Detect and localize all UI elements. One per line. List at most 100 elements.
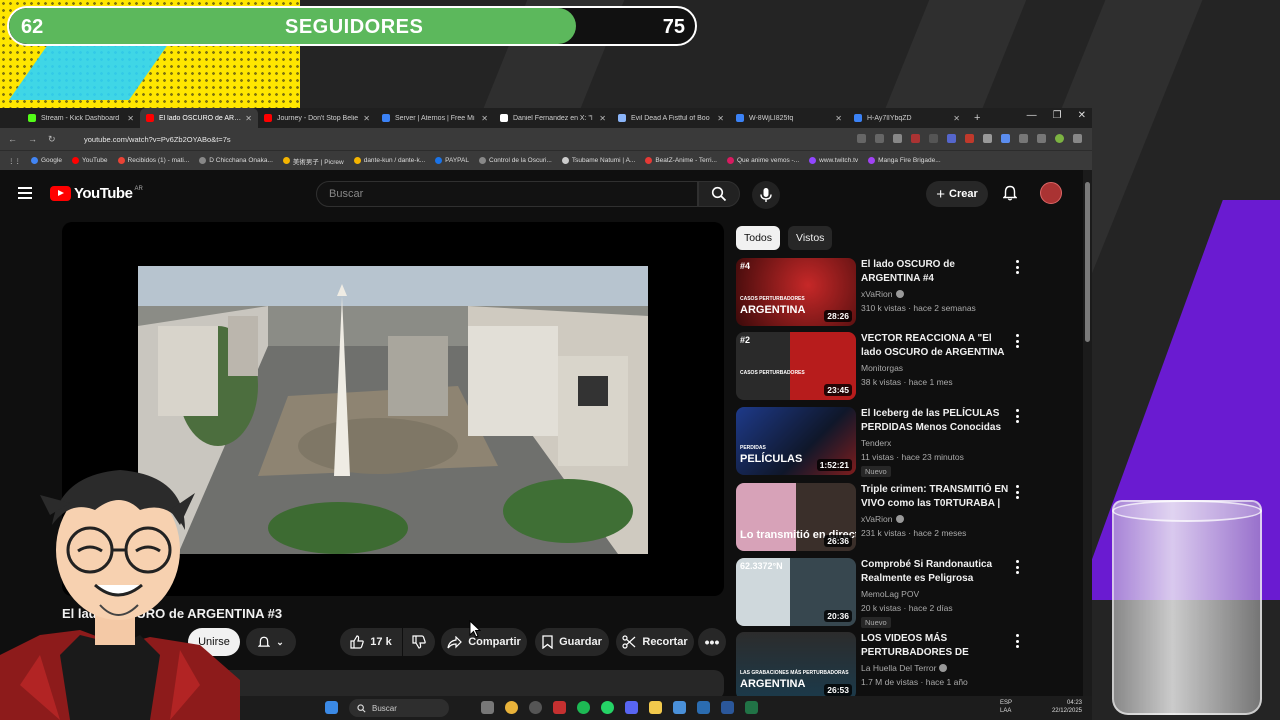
video-title[interactable]: Triple crimen: TRANSMITIÓ EN VIVO como l…: [861, 483, 1011, 511]
close-tab-icon[interactable]: ✕: [717, 114, 724, 123]
task-view-icon[interactable]: [481, 701, 494, 714]
channel-name-row[interactable]: xVaRion: [861, 514, 904, 524]
subscription-bell-button[interactable]: ⌄: [246, 628, 296, 656]
video-thumbnail[interactable]: Lo transmitió en directo 26:36: [736, 483, 856, 551]
voice-search-button[interactable]: [752, 181, 780, 209]
app-icon-3[interactable]: [553, 701, 566, 714]
minimize-icon[interactable]: —: [1027, 110, 1037, 121]
recommended-video[interactable]: #4 CASOS PERTURBADORES ARGENTINA 28:26 El la…: [736, 258, 1076, 328]
clip-button[interactable]: Recortar: [616, 628, 694, 656]
browser-menu-icon[interactable]: [1073, 134, 1082, 143]
create-button[interactable]: + Crear: [926, 181, 988, 207]
recommended-video[interactable]: LAS GRABACIONES MÁS PERTURBADORAS ARGENTI…: [736, 632, 1076, 696]
extension-blue-icon[interactable]: [947, 134, 956, 143]
bookmark-item[interactable]: D Chicchana Onaka...: [199, 156, 273, 166]
browser-tab[interactable]: Journey - Don't Stop Belie ✕: [258, 108, 376, 128]
menu-icon[interactable]: [18, 187, 32, 199]
channel-name-row[interactable]: Tenderx: [861, 438, 891, 448]
more-actions-button[interactable]: •••: [698, 628, 726, 656]
save-button[interactable]: Guardar: [535, 628, 609, 656]
channel-name-row[interactable]: La Huella Del Terror: [861, 663, 948, 673]
bookmark-item[interactable]: Manga Fire Brigade...: [868, 156, 941, 166]
word-icon[interactable]: [721, 701, 734, 714]
extension-red-icon[interactable]: [911, 134, 920, 143]
video-title[interactable]: El Iceberg de las PELÍCULAS PERDIDAS Men…: [861, 407, 1011, 435]
app-icon-6[interactable]: [625, 701, 638, 714]
browser-tab[interactable]: Evil Dead A Fistful of Boo ✕: [612, 108, 730, 128]
account-avatar[interactable]: [1040, 182, 1062, 204]
more-options-icon[interactable]: [1014, 409, 1020, 423]
close-tab-icon[interactable]: ✕: [481, 114, 488, 123]
video-thumbnail[interactable]: LAS GRABACIONES MÁS PERTURBADORAS ARGENTI…: [736, 632, 856, 696]
video-thumbnail[interactable]: #2 CASOS PERTURBADORES 23:45: [736, 332, 856, 400]
close-tab-icon[interactable]: ✕: [363, 114, 370, 123]
share-button[interactable]: Compartir: [441, 628, 527, 656]
video-title[interactable]: El lado OSCURO de ARGENTINA #4: [861, 258, 1011, 286]
video-thumbnail[interactable]: PERDIDAS PELÍCULAS 1:52:21: [736, 407, 856, 475]
notifications-button[interactable]: [1000, 183, 1020, 203]
extension-audio-icon[interactable]: [1001, 134, 1010, 143]
video-player[interactable]: [62, 222, 724, 596]
browser-tab[interactable]: Daniel Fernandez en X: "l ✕: [494, 108, 612, 128]
close-tab-icon[interactable]: ✕: [599, 114, 606, 123]
bookmark-item[interactable]: PAYPAL: [435, 156, 469, 166]
bookmark-item[interactable]: Google: [31, 156, 62, 166]
extension-gray-icon[interactable]: [983, 134, 992, 143]
video-title[interactable]: Comprobé Si Randonautica Realmente es Pe…: [861, 558, 1011, 586]
more-options-icon[interactable]: [1014, 560, 1020, 574]
input-language[interactable]: ESP LAA: [1000, 699, 1012, 715]
recommended-video[interactable]: Lo transmitió en directo 26:36 Triple crim…: [736, 483, 1076, 553]
video-frame[interactable]: [138, 266, 648, 554]
chip-vistos[interactable]: Vistos: [788, 226, 833, 250]
zoom-icon[interactable]: [857, 134, 866, 143]
bookmark-star-icon[interactable]: [893, 134, 902, 143]
profile-icon[interactable]: [1055, 134, 1064, 143]
back-icon[interactable]: ←: [8, 134, 28, 144]
search-input[interactable]: Buscar: [316, 181, 698, 207]
close-tab-icon[interactable]: ✕: [953, 114, 960, 123]
bookmark-item[interactable]: YouTube: [71, 156, 108, 166]
visual-studio-icon[interactable]: [697, 701, 710, 714]
like-button[interactable]: 17 k: [340, 628, 402, 656]
close-tab-icon[interactable]: ✕: [245, 114, 252, 123]
page-scrollbar-thumb[interactable]: [1085, 182, 1090, 342]
maximize-icon[interactable]: ❐: [1053, 110, 1062, 121]
apps-icon[interactable]: ⋮⋮: [8, 157, 21, 165]
video-thumbnail[interactable]: #4 CASOS PERTURBADORES ARGENTINA 28:26: [736, 258, 856, 326]
video-thumbnail[interactable]: 62.3372°N 20:36: [736, 558, 856, 626]
adblock-icon[interactable]: [965, 134, 974, 143]
browser-tab[interactable]: W-8WjLI825fq ✕: [730, 108, 848, 128]
join-button[interactable]: Unirse: [188, 628, 240, 656]
clock[interactable]: 04:23 22/12/2025: [1052, 699, 1082, 715]
more-options-icon[interactable]: [1014, 334, 1020, 348]
bookmark-item[interactable]: www.twitch.tv: [809, 156, 858, 166]
extensions-puzzle-icon[interactable]: [1019, 134, 1028, 143]
windows-start-icon[interactable]: [325, 701, 338, 714]
bookmark-item[interactable]: 美術男子 | Picrew: [282, 156, 344, 166]
recommended-video[interactable]: 62.3372°N 20:36 Comprobé Si Randonautica R…: [736, 558, 1076, 628]
more-options-icon[interactable]: [1014, 485, 1020, 499]
reload-icon[interactable]: ↻: [48, 134, 68, 145]
youtube-logo[interactable]: YouTube AR: [50, 185, 143, 202]
url-field[interactable]: youtube.com/watch?v=Pv6Zb2OYABo&t=7s: [84, 135, 231, 144]
browser-tab[interactable]: H-Ay7lIYbqZD ✕: [848, 108, 966, 128]
recommended-video[interactable]: #2 CASOS PERTURBADORES 23:45 VECTOR REACCIO…: [736, 332, 1076, 402]
bookmark-item[interactable]: Recibidos (1) - mati...: [117, 156, 189, 166]
cast-icon[interactable]: [875, 134, 884, 143]
media-icon[interactable]: [1037, 134, 1046, 143]
channel-name-row[interactable]: MemoLag POV: [861, 589, 919, 599]
chrome-icon[interactable]: [505, 701, 518, 714]
chip-todos[interactable]: Todos: [736, 226, 781, 250]
extension-dark-icon[interactable]: [929, 134, 938, 143]
video-title[interactable]: VECTOR REACCIONA A "El lado OSCURO de AR…: [861, 332, 1011, 360]
spotify-icon[interactable]: [577, 701, 590, 714]
bookmark-item[interactable]: Control de la Oscuri...: [479, 156, 552, 166]
bookmark-item[interactable]: BeatZ-Anime - Terri...: [645, 156, 717, 166]
app-icon-8[interactable]: [673, 701, 686, 714]
browser-tab[interactable]: Server | Aternos | Free Mi ✕: [376, 108, 494, 128]
search-button[interactable]: [698, 181, 740, 207]
more-options-icon[interactable]: [1014, 260, 1020, 274]
bookmark-item[interactable]: Que anime vemos -...: [726, 156, 799, 166]
excel-icon[interactable]: [745, 701, 758, 714]
bookmark-item[interactable]: dante-kun / dante-k...: [353, 156, 425, 166]
